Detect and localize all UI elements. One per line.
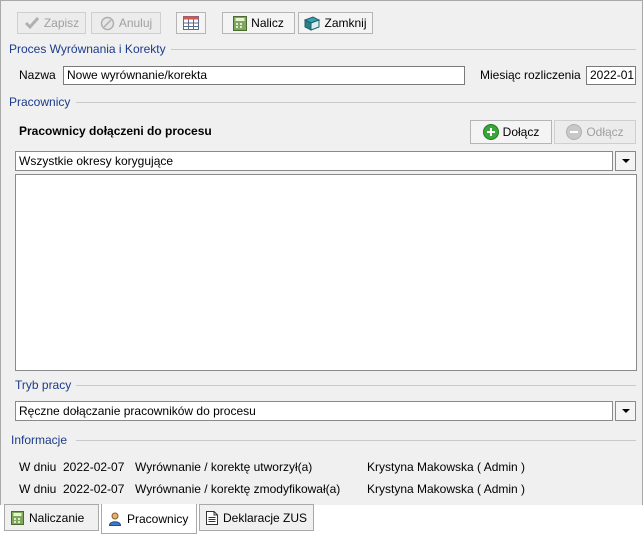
bottom-tab-bar: Naliczanie Pracownicy Deklaracje ZUS [0,504,643,534]
month-label: Miesiąc rozliczenia [480,68,581,82]
process-section-divider [171,49,636,50]
info-row-user: Krystyna Makowska ( Admin ) [367,460,526,474]
work-mode-select[interactable]: Ręczne dołączanie pracowników do procesu [15,401,613,421]
calculator-icon [233,15,248,31]
month-field[interactable]: 2022-01 [586,66,636,85]
book-icon [304,15,321,31]
info-row-date: 2022-02-07 [63,460,125,474]
tab-label: Pracownicy [127,511,189,526]
info-row-prefix: W dniu [19,482,57,496]
cancel-icon [100,16,115,31]
process-window: Zapisz Anuluj Nalicz Zamknij Proces Wyró… [0,0,643,505]
info-row-date: 2022-02-07 [63,482,125,496]
employees-list[interactable] [15,174,637,371]
close-button[interactable]: Zamknij [298,12,373,34]
work-mode-dropdown-button[interactable] [615,401,636,421]
close-label: Zamknij [324,16,367,30]
tab-label: Deklaracje ZUS [223,510,308,525]
info-section-divider [76,440,636,441]
info-row-action: Wyrównanie / korektę utworzył(a) [135,460,313,474]
detach-button[interactable]: Odłącz [554,120,636,144]
minus-circle-icon [566,124,583,140]
employees-subtitle: Pracownicy dołączeni do procesu [19,124,212,138]
tab-label: Naliczanie [29,510,85,525]
employees-section-divider [76,102,636,103]
info-section-title: Informacje [11,433,68,447]
calculate-button[interactable]: Nalicz [222,12,295,34]
document-icon [206,510,218,525]
name-field[interactable]: Nowe wyrównanie/korekta [63,66,465,85]
employees-section-title: Pracownicy [9,95,71,109]
plus-circle-icon [482,124,499,140]
save-label: Zapisz [43,16,80,30]
attach-label: Dołącz [502,125,540,139]
person-icon [108,512,122,526]
table-icon [183,16,199,30]
tab-pracownicy[interactable]: Pracownicy [101,504,197,534]
period-filter-dropdown-button[interactable] [615,151,636,171]
chevron-down-icon [621,409,630,413]
cancel-button[interactable]: Anuluj [91,12,161,34]
attach-button[interactable]: Dołącz [470,120,552,144]
detach-label: Odłącz [586,125,624,139]
process-section-title: Proces Wyrównania i Korekty [9,42,166,56]
save-button[interactable]: Zapisz [17,12,86,34]
table-view-button[interactable] [176,12,206,34]
chevron-down-icon [621,159,630,163]
tab-naliczanie[interactable]: Naliczanie [4,504,99,531]
checkmark-icon [24,16,40,30]
tab-deklaracje-zus[interactable]: Deklaracje ZUS [199,504,314,531]
info-row-user: Krystyna Makowska ( Admin ) [367,482,526,496]
period-filter-select[interactable]: Wszystkie okresy korygujące [15,151,613,171]
work-mode-section-title: Tryb pracy [15,378,72,392]
calculator-icon [11,510,24,525]
info-row-prefix: W dniu [19,460,57,474]
work-mode-section-divider [76,385,636,386]
name-label: Nazwa [19,68,56,82]
info-row-action: Wyrównanie / korektę zmodyfikował(a) [135,482,341,496]
cancel-label: Anuluj [118,16,153,30]
calculate-label: Nalicz [251,16,284,30]
